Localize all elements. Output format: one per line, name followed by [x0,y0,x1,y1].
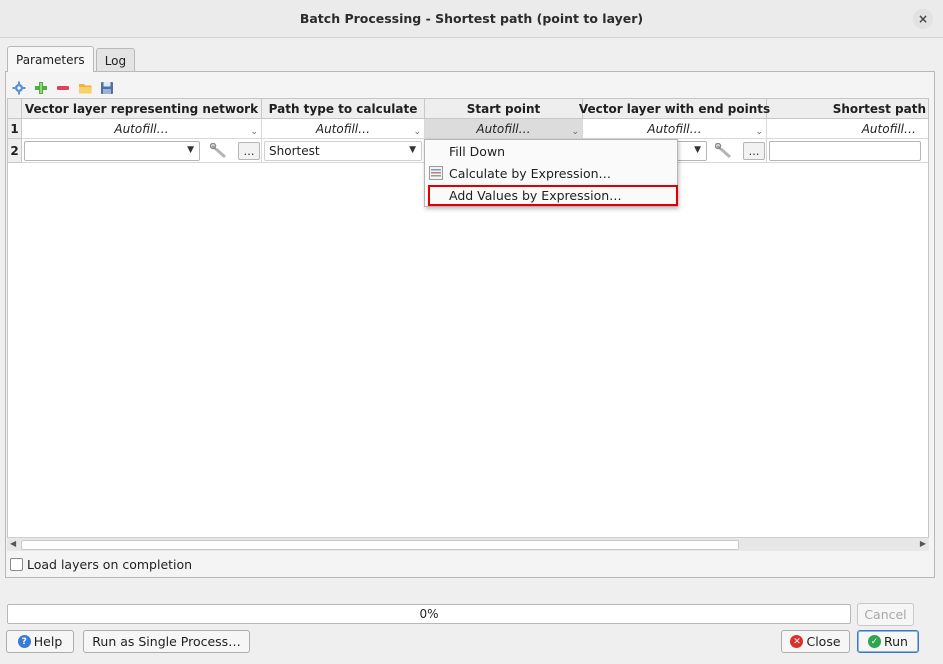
path-type-combobox[interactable]: Shortest ▼ [264,141,422,161]
remove-row-icon[interactable] [55,80,71,96]
autofill-gear-icon[interactable] [11,80,27,96]
column-header-end-points[interactable]: Vector layer with end points [579,99,770,119]
table-cell-path-type: Shortest ▼ [262,139,425,163]
chevron-down-icon: ▼ [409,145,416,155]
autofill-label: Autofill… [861,121,916,136]
column-header-network[interactable]: Vector layer representing network [22,99,262,119]
load-layers-option[interactable]: Load layers on completion [10,557,192,572]
save-file-icon[interactable] [99,80,115,96]
run-single-process-button[interactable]: Run as Single Process… [83,630,250,653]
expression-icon [429,166,443,180]
browse-button[interactable]: … [743,142,765,160]
scroll-right-icon[interactable]: ▶ [920,539,926,548]
network-layer-combobox[interactable]: ▼ [24,141,200,161]
scroll-left-icon[interactable]: ◀ [10,539,16,548]
help-label: Help [33,634,63,649]
autofill-label: Autofill… [647,121,702,136]
scrollbar-thumb[interactable] [21,540,739,550]
table-header: Vector layer representing network Path t… [8,99,928,119]
close-button[interactable]: ✕ Close [781,630,850,653]
tab-parameters[interactable]: Parameters [7,46,94,72]
tab-log[interactable]: Log [95,48,136,72]
horizontal-scrollbar[interactable]: ◀ ▶ [7,537,929,551]
column-header-shortest-path[interactable]: Shortest path [767,99,928,119]
open-file-icon[interactable] [77,80,93,96]
shortest-path-input[interactable] [769,141,921,161]
wrench-icon[interactable] [713,141,735,161]
row-number-1[interactable]: 1 [8,119,22,139]
context-menu: Fill Down Calculate by Expression… Add V… [424,139,678,207]
window-close-button[interactable]: × [913,9,933,29]
autofill-label: Autofill… [476,121,531,136]
add-row-icon[interactable] [33,80,49,96]
table-cell-shortest-path [767,139,928,163]
autofill-cell-end-points[interactable]: Autofill… ⌄ [583,119,767,139]
close-icon: × [917,12,929,26]
corner-arrow-icon: ⌄ [250,127,258,137]
wrench-icon[interactable] [208,141,230,161]
help-icon: ? [17,635,31,648]
progress-bar: 0% [7,604,851,624]
autofill-cell-shortest-path[interactable]: Autofill… [767,119,928,139]
close-label: Close [806,634,841,649]
autofill-label: Autofill… [315,121,371,136]
table-cell-network: ▼ … [22,139,262,163]
menu-item-label: Calculate by Expression… [449,165,612,181]
help-button[interactable]: ? Help [6,630,74,653]
close-icon: ✕ [790,635,804,648]
chevron-down-icon: ▼ [694,145,701,155]
window-titlebar: Batch Processing - Shortest path (point … [0,0,943,38]
progress-text: 0% [419,607,439,621]
autofill-cell-network[interactable]: Autofill… ⌄ [22,119,262,139]
column-header-path-type[interactable]: Path type to calculate [262,99,425,119]
menu-item-calculate-by-expression[interactable]: Calculate by Expression… [425,163,677,183]
combo-value: Shortest [269,144,320,158]
corner-arrow-icon: ⌄ [413,127,421,137]
menu-item-fill-down[interactable]: Fill Down [425,141,677,161]
autofill-cell-start-point[interactable]: Autofill… ⌄ [425,119,583,139]
batch-toolbar [11,78,115,98]
autofill-label: Autofill… [114,121,169,136]
row-number-2[interactable]: 2 [8,139,22,163]
corner-arrow-icon: ⌄ [571,127,579,137]
autofill-cell-path-type[interactable]: Autofill… ⌄ [262,119,425,139]
tab-bar: Parameters Log [7,46,137,72]
chevron-down-icon: ▼ [187,145,194,155]
corner-header [8,99,22,119]
browse-button[interactable]: … [238,142,260,160]
run-button[interactable]: ✓ Run [857,630,919,653]
corner-arrow-icon: ⌄ [755,127,763,137]
load-layers-checkbox[interactable] [10,558,23,571]
load-layers-label: Load layers on completion [27,557,193,572]
run-label: Run [884,634,908,649]
check-icon: ✓ [868,635,882,648]
highlight-box [428,185,678,206]
column-header-start-point[interactable]: Start point [425,99,583,119]
cancel-button[interactable]: Cancel [857,603,914,626]
window-title: Batch Processing - Shortest path (point … [299,11,644,26]
menu-item-label: Fill Down [449,143,506,159]
